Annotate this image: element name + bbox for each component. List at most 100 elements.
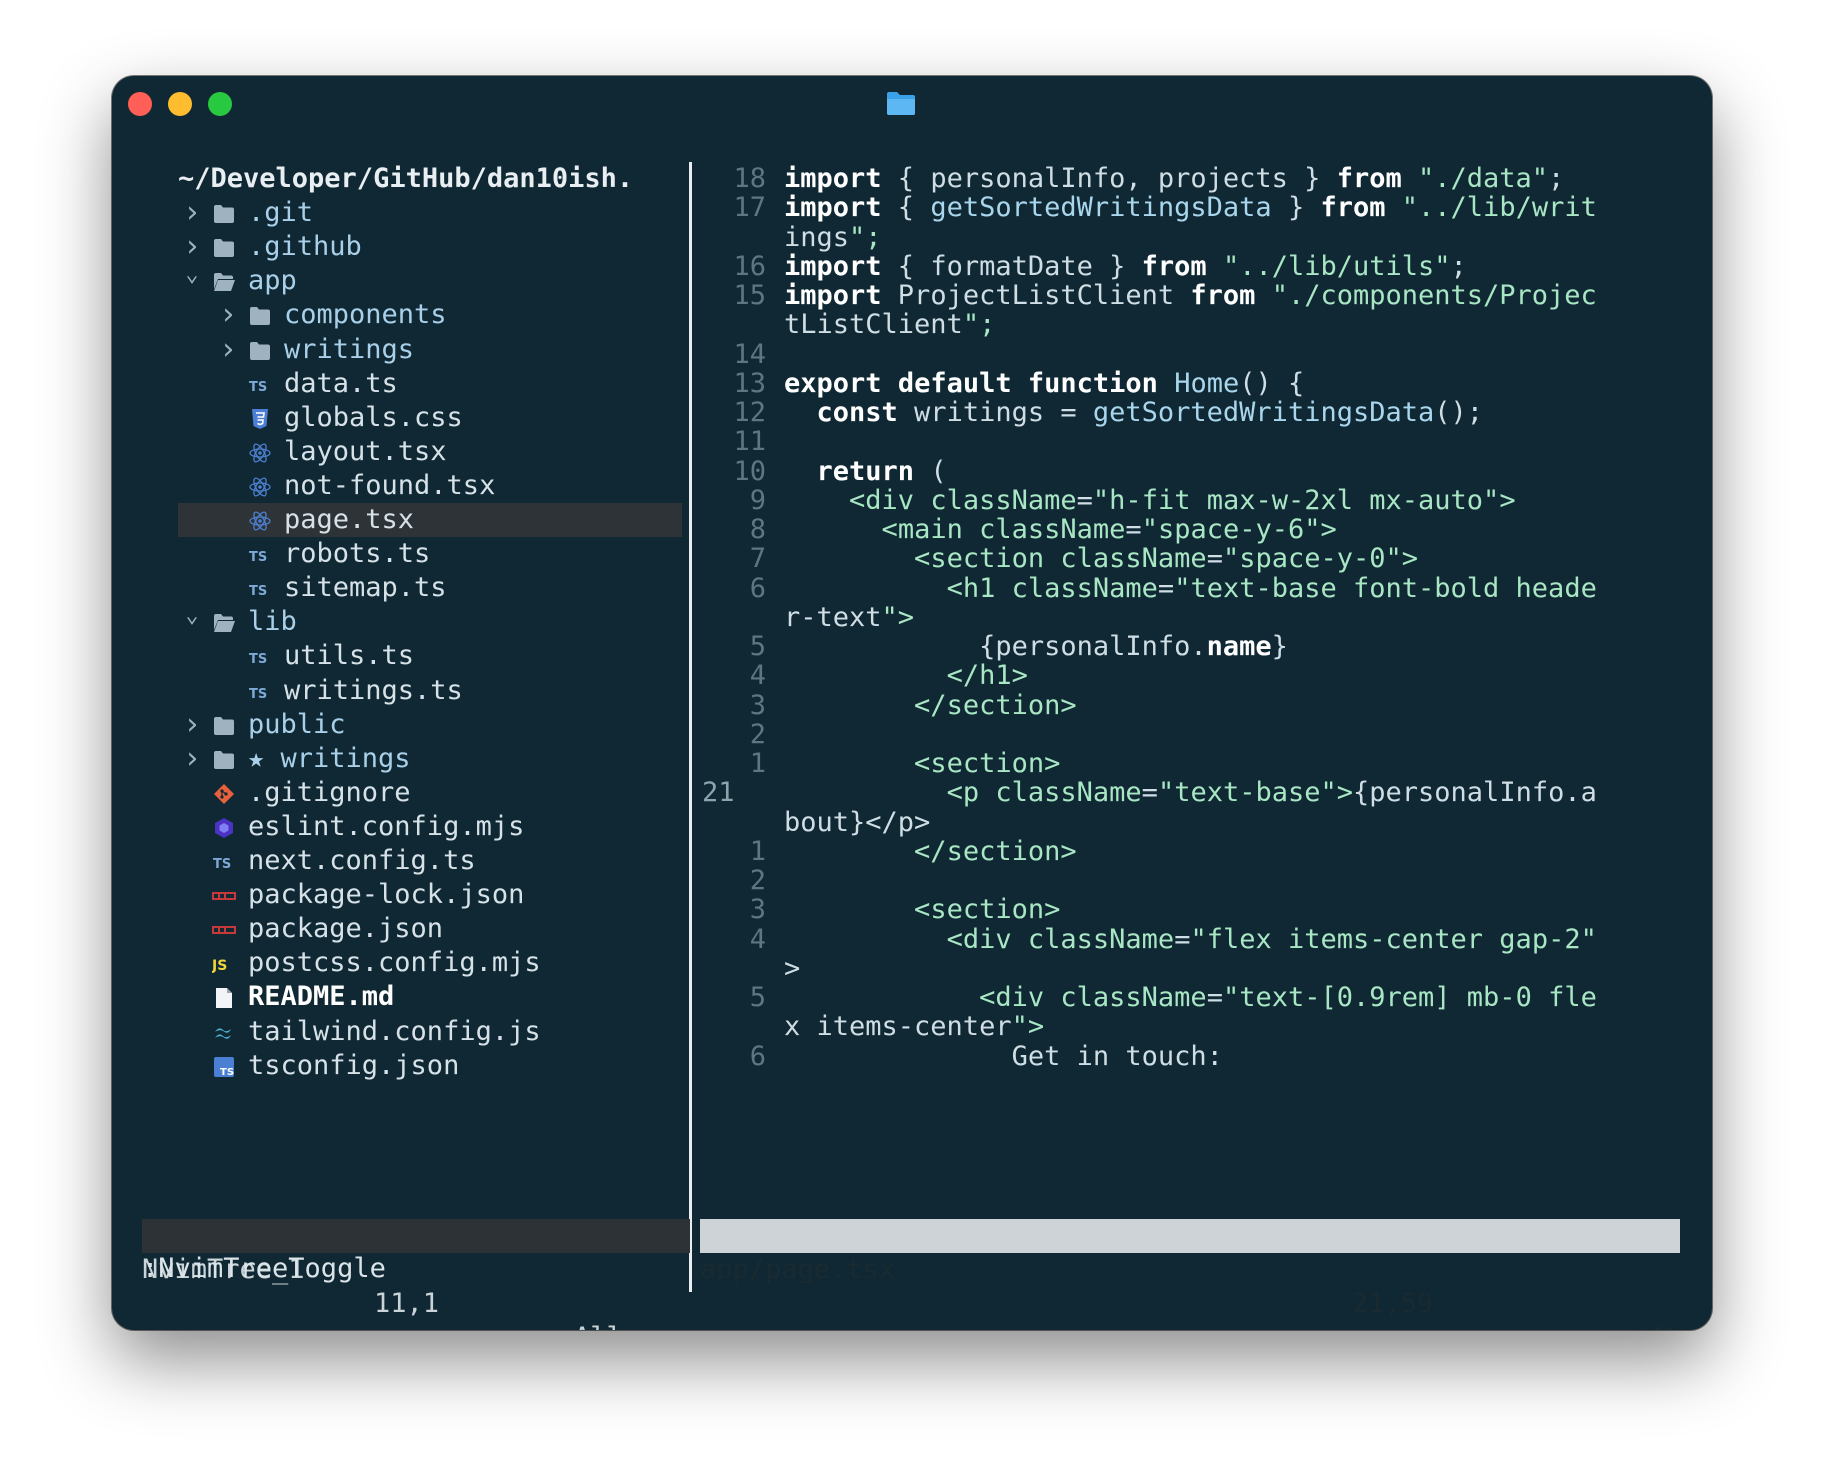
chevron-right-icon[interactable]: › (218, 298, 238, 332)
tree-file[interactable]: package-lock.json (178, 878, 682, 912)
typescript-icon: TS (248, 542, 272, 566)
tree-item-label: lib (248, 606, 297, 637)
tree-file[interactable]: eslint.config.mjs (178, 810, 682, 844)
tree-folder[interactable]: › ★ writings (178, 742, 682, 776)
tree-item-label: components (284, 299, 447, 330)
css-icon (248, 406, 272, 430)
tree-folder[interactable]: › .github (178, 230, 682, 264)
code-line[interactable]: Get in touch: (784, 1040, 1223, 1074)
tree-item-label: sitemap.ts (284, 572, 447, 603)
tree-file[interactable]: .gitignore (178, 776, 682, 810)
line-number: 4 (749, 660, 766, 691)
folder-open-icon (212, 610, 236, 634)
npm-icon (212, 917, 236, 941)
folder-icon (212, 235, 236, 259)
tree-folder[interactable]: › .git (178, 196, 682, 230)
tree-folder[interactable]: › public (178, 708, 682, 742)
terminal-window: ~/Developer/GitHub/dan10ish. › .git › .gith… (112, 76, 1712, 1330)
tree-item-label: package.json (248, 913, 444, 944)
tree-folder[interactable]: › components (178, 298, 682, 332)
file-tree: ~/Developer/GitHub/dan10ish. › .git › .gith… (178, 162, 682, 1220)
folder-icon (887, 92, 915, 115)
git-icon (212, 781, 236, 805)
code-line[interactable]: x items-center"> (784, 1010, 1044, 1044)
typescript-icon: TS (248, 576, 272, 600)
chevron-right-icon[interactable]: › (182, 196, 202, 230)
tree-item-label: README.md (248, 981, 395, 1012)
chevron-right-icon[interactable]: › (218, 333, 238, 367)
tree-file[interactable]: TS data.ts (178, 367, 682, 401)
line-number: 17 (733, 192, 766, 223)
zoom-button[interactable] (208, 92, 232, 116)
line-number: 21 (702, 777, 735, 808)
tree-file[interactable]: globals.css (178, 401, 682, 435)
tree-file[interactable]: TS utils.ts (178, 639, 682, 673)
tree-item-label: .gitignore (248, 777, 411, 808)
code-line[interactable]: </h1> (784, 659, 1028, 693)
line-number (702, 308, 766, 342)
chevron-right-icon[interactable]: › (182, 742, 202, 776)
code-line[interactable]: tListClient"; (784, 308, 995, 342)
tsconfig-icon: TS (212, 1054, 236, 1078)
code-line[interactable]: </section> (784, 689, 1077, 723)
tree-file[interactable]: TS tsconfig.json (178, 1049, 682, 1083)
tree-file[interactable]: package.json (178, 912, 682, 946)
tree-cursor-pos: 11,1 (374, 1288, 440, 1319)
code-line[interactable]: </section> (784, 835, 1077, 869)
tree-scroll-pos: All (574, 1321, 623, 1330)
tree-file[interactable]: tailwind.config.js (178, 1015, 682, 1049)
tree-root[interactable]: ~/Developer/GitHub/dan10ish. (178, 162, 682, 196)
react-icon (248, 440, 272, 464)
code-line[interactable]: <section> (784, 893, 1060, 927)
tree-file[interactable]: README.md (178, 980, 682, 1014)
code-line[interactable]: <div className="flex items-center gap-2" (784, 923, 1597, 957)
tree-file[interactable]: JS postcss.config.mjs (178, 946, 682, 980)
tree-item-label: app (248, 265, 297, 296)
chevron-right-icon[interactable]: › (182, 708, 202, 742)
tree-folder[interactable]: › writings (178, 333, 682, 367)
chevron-down-icon[interactable]: ⌄ (182, 258, 202, 292)
editor-statusline: app/page.tsx 21,59 4% (700, 1219, 1680, 1330)
editor-cursor-pos: 21,59 (1352, 1288, 1434, 1319)
code-line[interactable]: <section className="space-y-0"> (784, 542, 1418, 576)
title-bar (112, 76, 1712, 132)
react-icon (248, 508, 272, 532)
line-number: 3 (749, 894, 766, 925)
minimize-button[interactable] (168, 92, 192, 116)
typescript-icon: TS (248, 679, 272, 703)
line-number: 11 (733, 426, 766, 457)
line-number (702, 1010, 766, 1044)
svg-text:TS: TS (213, 857, 231, 872)
tree-folder[interactable]: ⌄ lib (178, 603, 682, 639)
code-line[interactable]: const writings = getSortedWritingsData()… (784, 396, 1484, 430)
code-line[interactable]: <p className="text-base">{personalInfo.a (784, 776, 1597, 810)
tree-item-label: ★ writings (248, 743, 411, 774)
tree-folder[interactable]: ⌄ app (178, 262, 682, 298)
chevron-down-icon[interactable]: ⌄ (182, 599, 202, 633)
tree-file[interactable]: TS sitemap.ts (178, 571, 682, 605)
svg-text:JS: JS (212, 958, 227, 974)
tree-file[interactable]: page.tsx (178, 503, 682, 537)
command-line[interactable]: :NvimTreeToggle (142, 1252, 386, 1286)
tree-file[interactable]: not-found.tsx (178, 469, 682, 503)
split-divider[interactable] (689, 162, 692, 1292)
folder-icon (212, 201, 236, 225)
markdown-icon (212, 985, 236, 1009)
react-icon (248, 474, 272, 498)
tree-item-label: .git (248, 197, 314, 228)
tree-file[interactable]: TS next.config.ts (178, 844, 682, 878)
folder-icon (248, 303, 272, 327)
close-button[interactable] (128, 92, 152, 116)
tree-item-label: writings.ts (284, 675, 463, 706)
svg-text:TS: TS (249, 687, 267, 702)
tree-item-label: not-found.tsx (284, 470, 496, 501)
tree-file[interactable]: TS robots.ts (178, 537, 682, 571)
tree-file[interactable]: TS writings.ts (178, 674, 682, 708)
tree-item-label: .github (248, 231, 362, 262)
code-editor[interactable]: 18 import { personalInfo, projects } from… (702, 162, 1702, 1292)
svg-text:TS: TS (249, 380, 267, 395)
code-line[interactable]: import { getSortedWritingsData } from ".… (784, 191, 1597, 225)
eslint-icon (212, 815, 236, 839)
tree-file[interactable]: layout.tsx (178, 435, 682, 469)
tree-item-label: data.ts (284, 368, 398, 399)
